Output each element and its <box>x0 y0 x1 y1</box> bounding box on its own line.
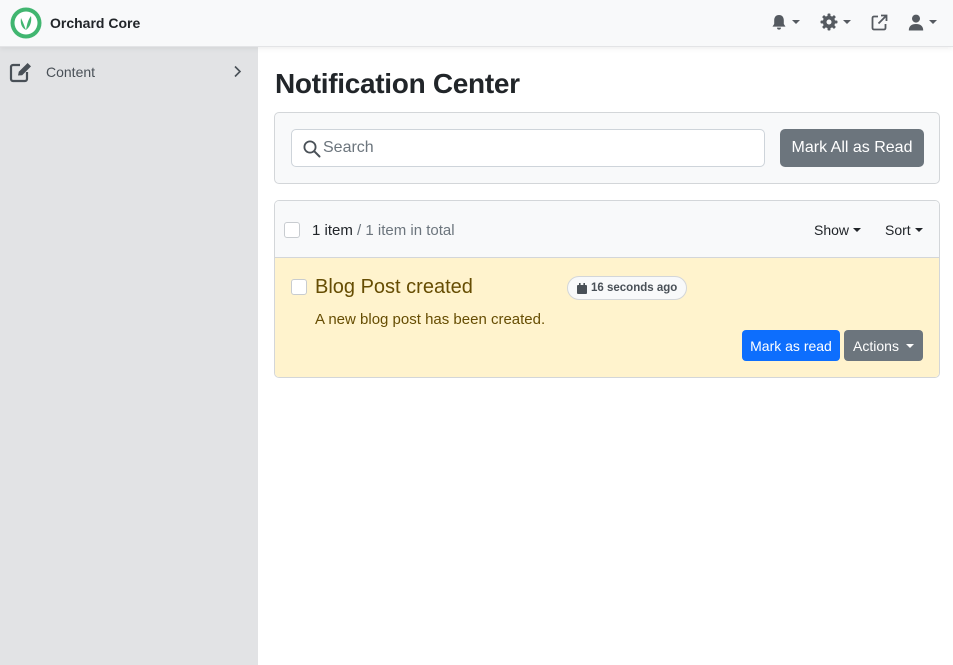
top-navbar: Orchard Core <box>0 0 953 47</box>
show-dropdown[interactable]: Show <box>814 222 862 238</box>
show-dropdown-label: Show <box>814 222 850 238</box>
select-all-checkbox[interactable] <box>284 222 300 238</box>
list-item: Blog Post created 16 seconds ago A new b… <box>275 258 939 377</box>
search-box <box>291 129 765 167</box>
visit-site-link[interactable] <box>871 14 888 31</box>
user-dropdown[interactable] <box>908 14 937 31</box>
search-input[interactable] <box>323 130 759 166</box>
list-header: 1 item / 1 item in total Show Sort <box>275 201 939 258</box>
chevron-right-icon <box>234 65 242 78</box>
item-count-label: 1 item <box>312 222 353 239</box>
item-total-label: / 1 item in total <box>357 222 455 239</box>
bell-icon <box>772 14 786 30</box>
notification-checkbox[interactable] <box>291 279 307 295</box>
calendar-icon <box>577 282 587 294</box>
navbar-tools <box>751 10 937 34</box>
mark-all-as-read-button[interactable]: Mark All as Read <box>780 129 924 167</box>
sort-dropdown-label: Sort <box>885 222 911 238</box>
time-badge-label: 16 seconds ago <box>591 282 678 294</box>
item-count: 1 item / 1 item in total <box>312 222 455 239</box>
sort-dropdown[interactable]: Sort <box>885 222 923 238</box>
chevron-down-icon <box>792 20 800 24</box>
edit-icon <box>9 63 31 83</box>
time-badge: 16 seconds ago <box>567 276 688 300</box>
actions-label: Actions <box>853 337 899 354</box>
page-title: Notification Center <box>275 68 520 99</box>
actions-dropdown-button[interactable]: Actions <box>844 330 923 361</box>
sidebar-item-label: Content <box>46 64 96 80</box>
mark-as-read-button[interactable]: Mark as read <box>742 330 840 361</box>
settings-dropdown[interactable] <box>820 13 851 31</box>
chevron-down-icon <box>853 228 862 232</box>
notifications-dropdown[interactable] <box>771 14 800 31</box>
brand-link[interactable]: Orchard Core <box>10 6 140 40</box>
chevron-down-icon <box>929 20 937 24</box>
notification-title: Blog Post created <box>315 276 473 298</box>
brand-name: Orchard Core <box>50 15 141 31</box>
external-link-icon <box>871 14 888 30</box>
gear-icon <box>820 13 838 31</box>
chevron-down-icon <box>843 20 851 24</box>
search-icon <box>303 140 321 158</box>
notification-list: 1 item / 1 item in total Show Sort Blog … <box>274 200 940 378</box>
sidebar-item-content[interactable]: Content <box>0 59 258 85</box>
chevron-down-icon <box>905 343 914 348</box>
sidebar: Content <box>0 47 258 665</box>
orchard-logo-icon <box>10 7 42 39</box>
search-card: Mark All as Read <box>274 112 940 184</box>
chevron-down-icon <box>914 228 923 232</box>
notification-body: A new blog post has been created. <box>315 311 546 328</box>
user-icon <box>908 14 924 30</box>
